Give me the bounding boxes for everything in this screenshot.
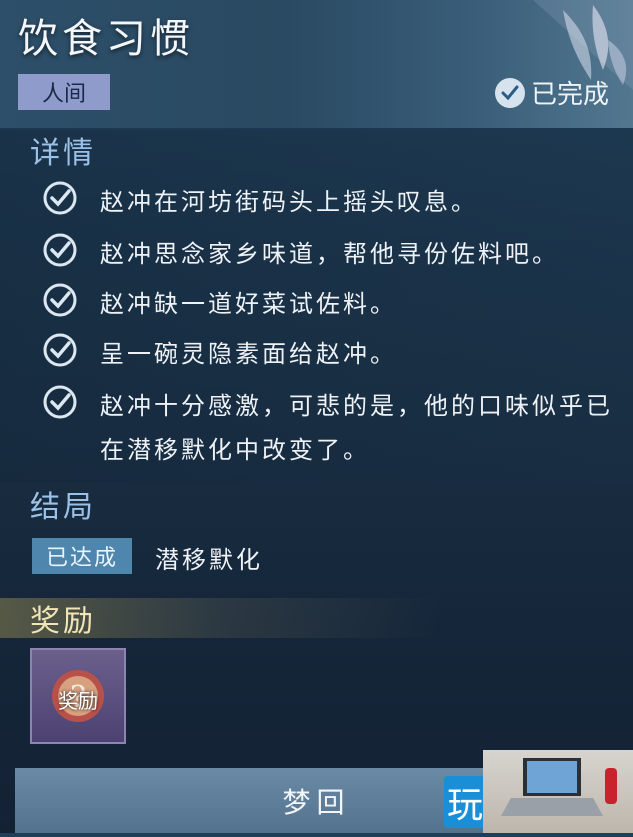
task-text: 赵冲缺一道好菜试佐料。 bbox=[100, 290, 397, 318]
completion-status: 已完成 bbox=[494, 74, 609, 111]
reward-item-slot[interactable]: ? 奖励 bbox=[30, 648, 126, 744]
ending-name: 潜移默化 bbox=[155, 546, 263, 574]
task-check-icon bbox=[43, 283, 77, 317]
details-section-title: 详情 bbox=[30, 136, 96, 171]
task-text: 赵冲在河坊街码头上摇头叹息。 bbox=[100, 188, 478, 216]
task-text: 赵冲思念家乡味道，帮他寻份佐料吧。 bbox=[100, 240, 559, 268]
task-item: 赵冲十分感激，可悲的是，他的口味似乎已在潜移默化中改变了。 bbox=[40, 384, 620, 472]
completed-check-icon bbox=[494, 77, 525, 108]
completion-status-label: 已完成 bbox=[530, 80, 609, 110]
task-check-icon bbox=[43, 385, 77, 419]
quest-title: 饮食习惯 bbox=[18, 16, 194, 62]
task-text: 呈一碗灵隐素面给赵冲。 bbox=[100, 340, 397, 368]
reward-section-title: 奖励 bbox=[30, 604, 96, 639]
task-item: 赵冲思念家乡味道，帮他寻份佐料吧。 bbox=[40, 232, 620, 276]
watermark-logo: 玩 bbox=[444, 776, 486, 828]
reward-item-label: 奖励 bbox=[58, 689, 98, 713]
task-item: 呈一碗灵隐素面给赵冲。 bbox=[40, 332, 620, 376]
watermark-laptop-image bbox=[483, 750, 633, 833]
task-check-icon bbox=[43, 233, 77, 267]
ending-status-tag: 已达成 bbox=[32, 538, 132, 574]
task-item: 赵冲缺一道好菜试佐料。 bbox=[40, 282, 620, 326]
task-check-icon bbox=[43, 333, 77, 367]
task-text: 赵冲十分感激，可悲的是，他的口味似乎已在潜移默化中改变了。 bbox=[100, 392, 613, 464]
task-check-icon bbox=[43, 181, 77, 215]
realm-tag: 人间 bbox=[18, 74, 110, 110]
ending-section-title: 结局 bbox=[30, 490, 96, 525]
task-item: 赵冲在河坊街码头上摇头叹息。 bbox=[40, 180, 620, 224]
